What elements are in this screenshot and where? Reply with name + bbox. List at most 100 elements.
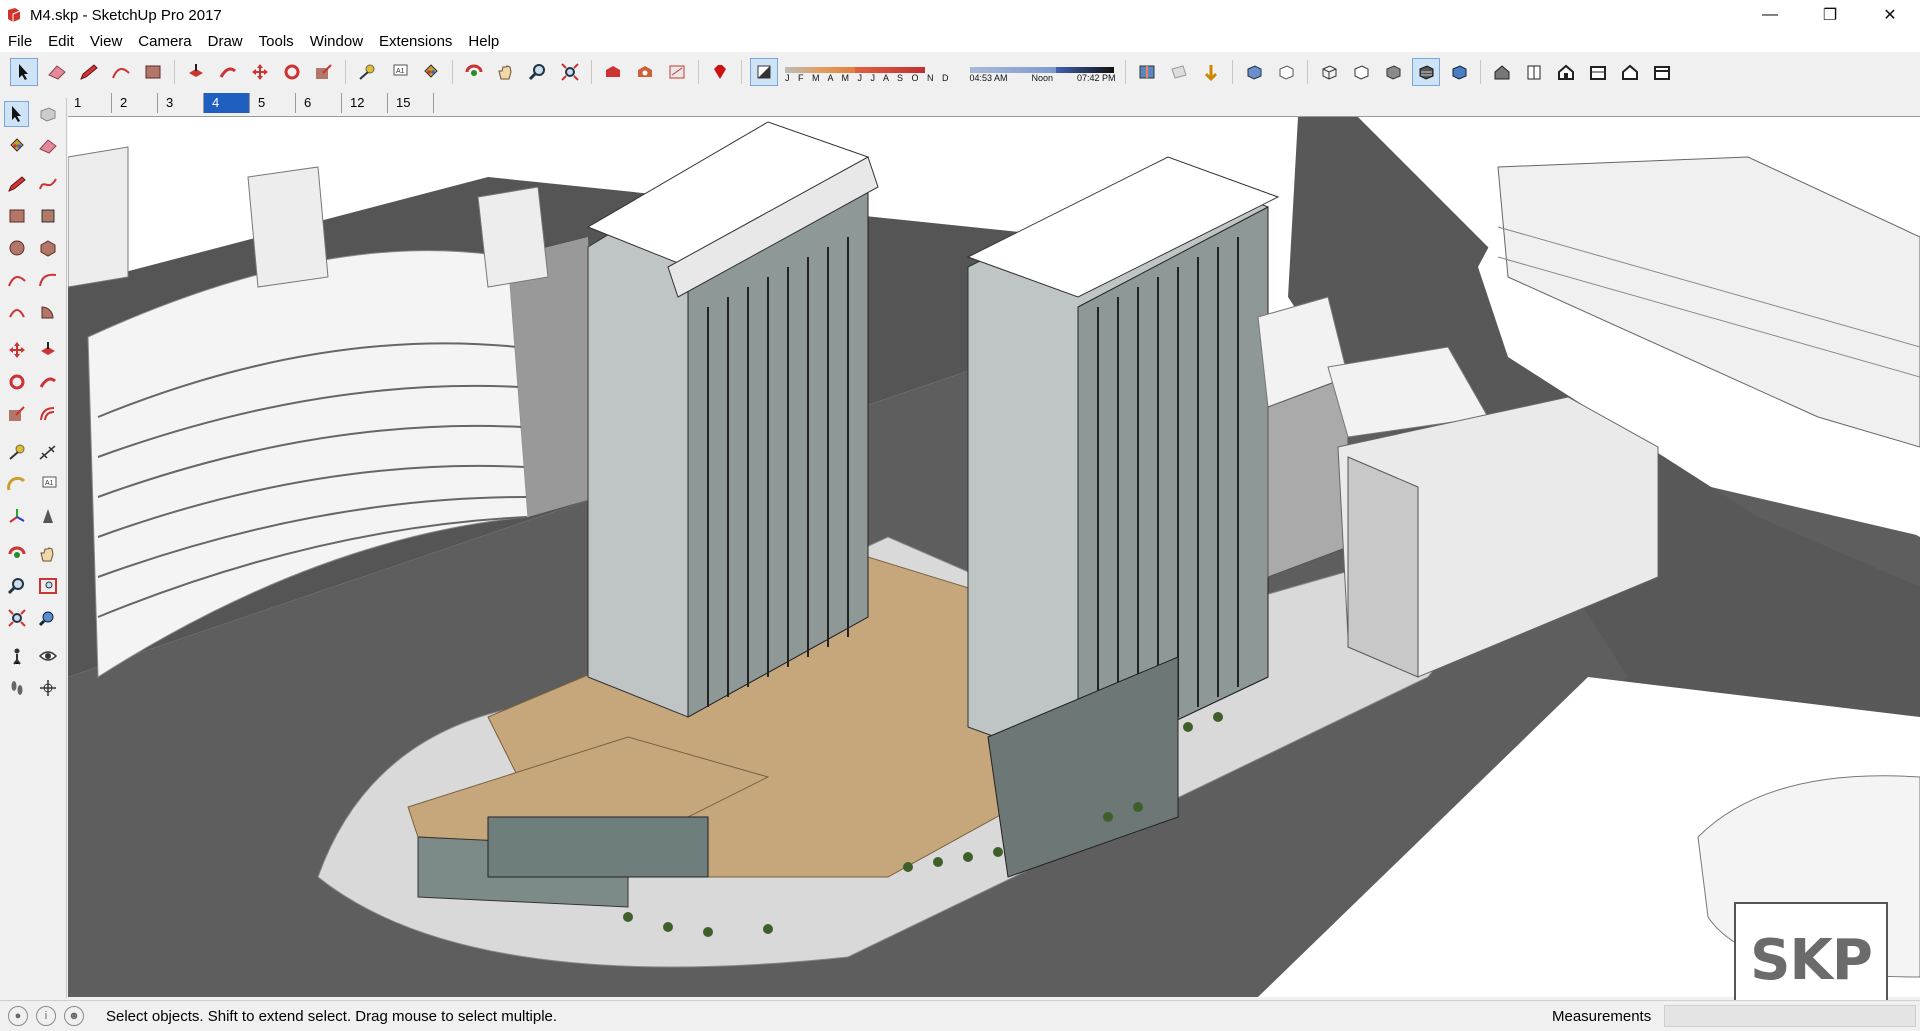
zoom-tool[interactable]: [4, 573, 29, 599]
right-view-button[interactable]: [1585, 59, 1611, 85]
rotate-tool[interactable]: [4, 369, 29, 395]
display-section-planes-button[interactable]: [1166, 59, 1192, 85]
rotated-rectangle-tool[interactable]: [35, 203, 60, 229]
pie-tool[interactable]: [35, 299, 60, 325]
menu-draw[interactable]: Draw: [200, 33, 251, 50]
arc-tool-button[interactable]: [108, 59, 134, 85]
monochrome-style-button[interactable]: [1446, 59, 1472, 85]
arc-tool[interactable]: [4, 267, 29, 293]
move-tool[interactable]: [4, 337, 29, 363]
back-view-button[interactable]: [1617, 59, 1643, 85]
zoom-extents-tool[interactable]: [4, 605, 29, 631]
look-around-tool[interactable]: [35, 643, 60, 669]
scale-tool-button[interactable]: [311, 59, 337, 85]
zoom-button[interactable]: [525, 59, 551, 85]
pan-button[interactable]: [493, 59, 519, 85]
zoom-window-tool[interactable]: [35, 573, 60, 599]
menu-help[interactable]: Help: [460, 33, 507, 50]
make-component-tool[interactable]: [35, 101, 60, 127]
freehand-tool[interactable]: [35, 171, 60, 197]
xray-style-button[interactable]: [1241, 59, 1267, 85]
warehouse-button[interactable]: [600, 59, 626, 85]
follow-me-tool[interactable]: [35, 369, 60, 395]
scene-tab[interactable]: 1: [66, 93, 112, 113]
menu-edit[interactable]: Edit: [40, 33, 82, 50]
eraser-tool[interactable]: [35, 133, 60, 159]
extension-warehouse-button[interactable]: [632, 59, 658, 85]
shadow-date-slider[interactable]: J F M A M J J A S O N D: [785, 61, 952, 83]
paint-bucket-tool[interactable]: [4, 133, 29, 159]
hidden-line-style-button[interactable]: [1348, 59, 1374, 85]
two-point-arc-tool[interactable]: [35, 267, 60, 293]
scale-tool[interactable]: [4, 401, 29, 427]
shadows-toggle-button[interactable]: [750, 58, 778, 86]
follow-me-button[interactable]: [215, 59, 241, 85]
wireframe-style-button[interactable]: [1316, 59, 1342, 85]
shaded-style-button[interactable]: [1380, 59, 1406, 85]
section-plane-tool[interactable]: [35, 675, 60, 701]
left-view-button[interactable]: [1649, 59, 1675, 85]
text-tool[interactable]: A1: [35, 471, 60, 497]
orbit-button[interactable]: [461, 59, 487, 85]
offset-tool[interactable]: [35, 401, 60, 427]
protractor-tool[interactable]: [4, 471, 29, 497]
scene-tab[interactable]: 15: [388, 93, 434, 113]
restore-button[interactable]: ❐: [1800, 0, 1860, 30]
shaded-textures-style-button[interactable]: [1411, 58, 1440, 86]
move-tool-button[interactable]: [247, 59, 273, 85]
axes-tool[interactable]: [4, 503, 29, 529]
menu-window[interactable]: Window: [302, 33, 371, 50]
back-edges-button[interactable]: [1273, 59, 1299, 85]
dimension-tool[interactable]: [35, 439, 60, 465]
zoom-extents-button[interactable]: [557, 59, 583, 85]
credits-icon[interactable]: i: [36, 1006, 56, 1026]
text-tool-button[interactable]: A1: [386, 59, 412, 85]
model-viewport[interactable]: [68, 116, 1920, 997]
line-tool[interactable]: [4, 171, 29, 197]
ruby-console-button[interactable]: [707, 59, 733, 85]
pan-tool[interactable]: [35, 541, 60, 567]
push-pull-button[interactable]: [183, 59, 209, 85]
rotate-tool-button[interactable]: [279, 59, 305, 85]
user-icon[interactable]: ☻: [64, 1006, 84, 1026]
select-tool-button[interactable]: [10, 58, 38, 86]
shapes-tool-button[interactable]: [140, 59, 166, 85]
tape-measure-button[interactable]: [354, 59, 380, 85]
position-camera-tool[interactable]: [4, 643, 29, 669]
menu-view[interactable]: View: [82, 33, 130, 50]
eraser-tool-button[interactable]: [44, 59, 70, 85]
scene-tab[interactable]: 3: [158, 93, 204, 113]
close-button[interactable]: ✕: [1860, 0, 1920, 30]
iso-view-button[interactable]: [1489, 59, 1515, 85]
scene-tab[interactable]: 2: [112, 93, 158, 113]
previous-view-tool[interactable]: [35, 605, 60, 631]
menu-tools[interactable]: Tools: [251, 33, 302, 50]
three-point-arc-tool[interactable]: [4, 299, 29, 325]
section-plane-button[interactable]: [1134, 59, 1160, 85]
geolocation-icon[interactable]: ●: [8, 1006, 28, 1026]
select-tool[interactable]: [4, 101, 30, 127]
menu-camera[interactable]: Camera: [130, 33, 199, 50]
menu-file[interactable]: File: [0, 33, 40, 50]
circle-tool[interactable]: [4, 235, 29, 261]
walk-tool[interactable]: [4, 675, 29, 701]
orbit-tool[interactable]: [4, 541, 29, 567]
measurements-input[interactable]: [1664, 1005, 1916, 1027]
menu-extensions[interactable]: Extensions: [371, 33, 460, 50]
3d-text-tool[interactable]: [35, 503, 60, 529]
minimize-button[interactable]: —: [1740, 0, 1800, 30]
shadow-time-slider[interactable]: 04:53 AM Noon 07:42 PM: [969, 61, 1116, 83]
paint-bucket-button[interactable]: [418, 59, 444, 85]
top-view-button[interactable]: [1521, 59, 1547, 85]
section-cuts-button[interactable]: [1198, 59, 1224, 85]
scene-tab[interactable]: 12: [342, 93, 388, 113]
scene-tab[interactable]: 5: [250, 93, 296, 113]
rectangle-tool[interactable]: [4, 203, 29, 229]
push-pull-tool[interactable]: [35, 337, 60, 363]
layout-button[interactable]: [664, 59, 690, 85]
pencil-tool-button[interactable]: [76, 59, 102, 85]
scene-tab-active[interactable]: 4: [204, 93, 250, 113]
scene-tab[interactable]: 6: [296, 93, 342, 113]
tape-measure-tool[interactable]: [4, 439, 29, 465]
front-view-button[interactable]: [1553, 59, 1579, 85]
